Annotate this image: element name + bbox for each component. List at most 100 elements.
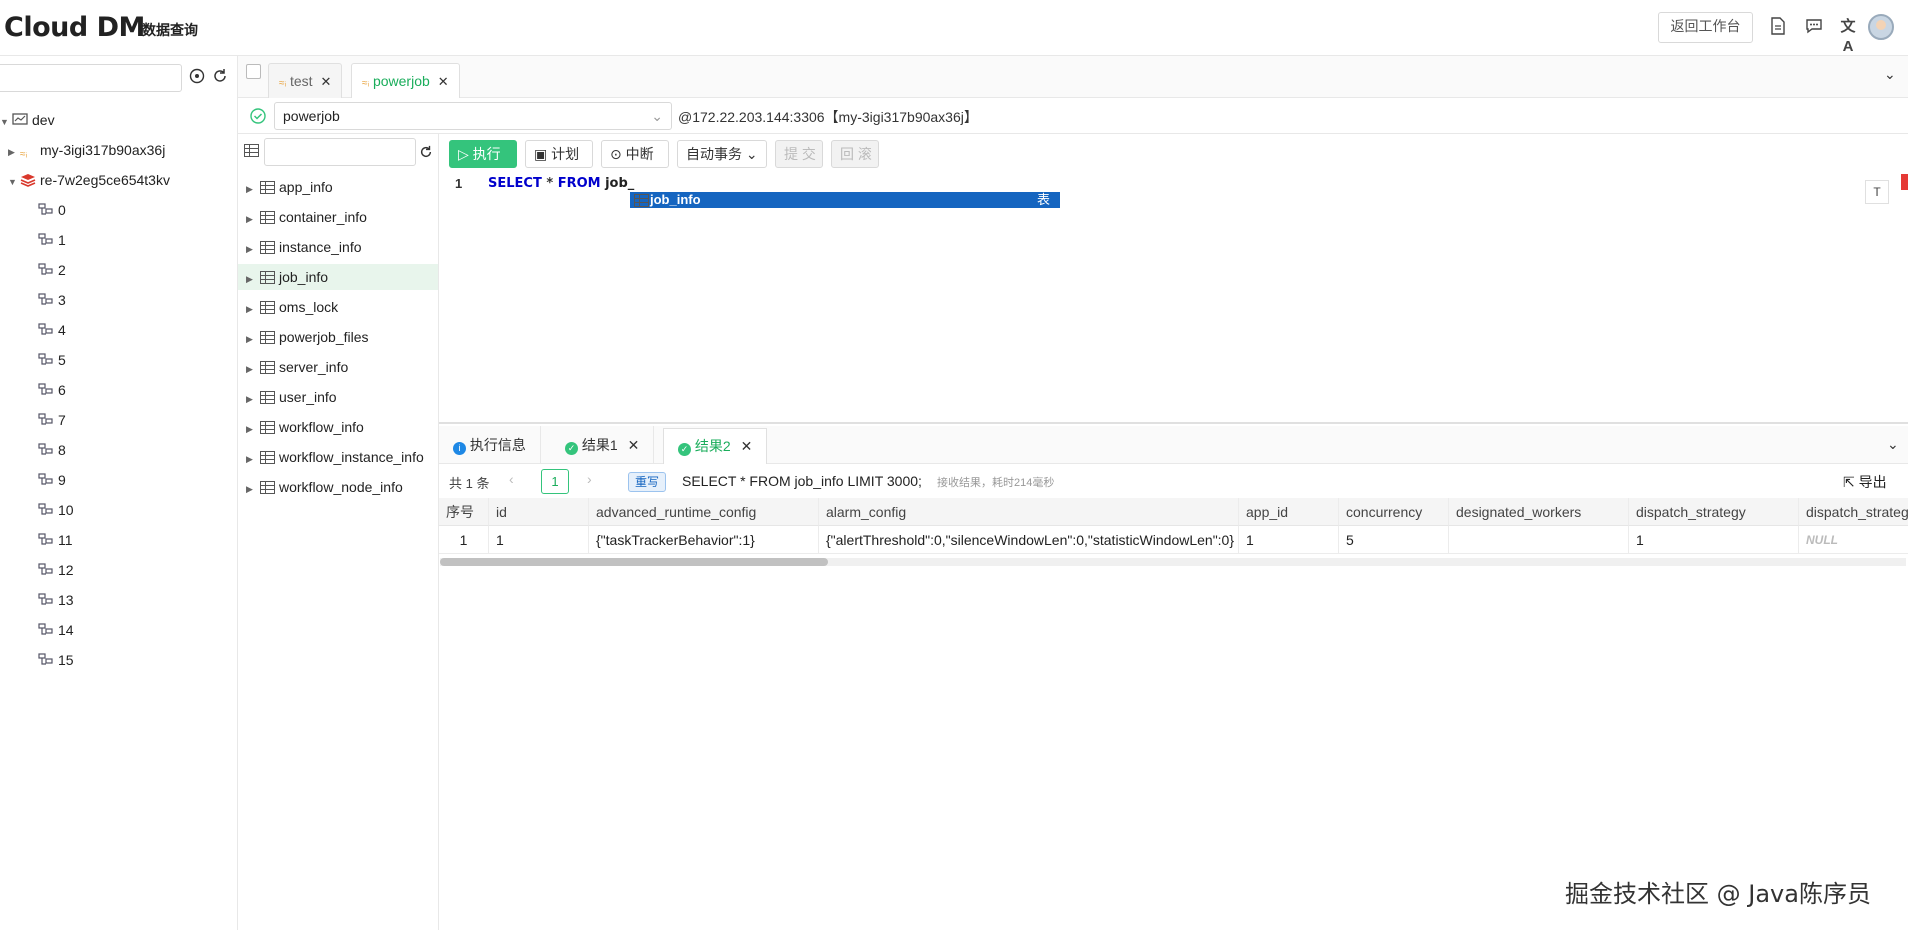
grid-cell[interactable]: NULL xyxy=(1799,526,1908,554)
tree-node[interactable]: 7 xyxy=(38,408,66,432)
caret-icon[interactable]: ▼ xyxy=(0,110,12,134)
caret-icon[interactable]: ▶ xyxy=(246,386,260,412)
close-icon[interactable]: ✕ xyxy=(321,74,332,89)
sidebar-toggle-icon[interactable] xyxy=(246,64,261,79)
table-item[interactable]: ▶ app_info xyxy=(238,174,438,200)
stop-button[interactable]: ⊙ 中断 xyxy=(601,140,669,168)
sql-editor[interactable]: 1 SELECT * FROM job_ job_info 表 T xyxy=(439,174,1908,424)
tree-node[interactable]: ▼ re-7w2eg5ce654t3kv xyxy=(8,168,170,192)
tree-node[interactable]: 8 xyxy=(38,438,66,462)
translate-icon[interactable]: 文A xyxy=(1838,17,1858,55)
table-search-input[interactable] xyxy=(264,138,416,166)
column-header[interactable]: advanced_runtime_config xyxy=(589,498,819,526)
caret-icon[interactable]: ▶ xyxy=(246,206,260,232)
table-item[interactable]: ▶ workflow_node_info xyxy=(238,474,438,500)
tree-node[interactable]: 6 xyxy=(38,378,66,402)
table-item[interactable]: ▶ user_info xyxy=(238,384,438,410)
tree-node[interactable]: 4 xyxy=(38,318,66,342)
sql-code[interactable]: SELECT * FROM job_ xyxy=(488,176,634,191)
rewrite-button[interactable]: 重写 xyxy=(628,472,667,492)
caret-icon[interactable]: ▶ xyxy=(246,476,260,502)
tree-node[interactable]: 3 xyxy=(38,288,66,312)
tree-node[interactable]: 1 xyxy=(38,228,66,252)
table-item[interactable]: ▶ oms_lock xyxy=(238,294,438,320)
tree-node[interactable]: 0 xyxy=(38,198,66,222)
column-header[interactable]: alarm_config xyxy=(819,498,1239,526)
column-header[interactable]: 序号 xyxy=(439,498,489,526)
format-button[interactable]: T xyxy=(1865,180,1889,204)
table-item[interactable]: ▶ powerjob_files xyxy=(238,324,438,350)
tree-node[interactable]: 2 xyxy=(38,258,66,282)
caret-icon[interactable]: ▼ xyxy=(8,170,20,194)
chevron-down-icon[interactable]: ⌄ xyxy=(1884,66,1896,83)
table-item[interactable]: ▶ container_info xyxy=(238,204,438,230)
document-icon[interactable] xyxy=(1768,17,1788,37)
table-item[interactable]: ▶ workflow_instance_info xyxy=(238,444,438,470)
caret-icon[interactable]: ▶ xyxy=(246,176,260,202)
grid-cell[interactable]: 1 xyxy=(489,526,589,554)
column-header[interactable]: id xyxy=(489,498,589,526)
caret-icon[interactable]: ▶ xyxy=(246,356,260,382)
tree-node[interactable]: 14 xyxy=(38,618,74,642)
column-header[interactable]: dispatch_strategy xyxy=(1629,498,1799,526)
run-button[interactable]: ▷ 执行 xyxy=(449,140,517,168)
tree-node[interactable]: 9 xyxy=(38,468,66,492)
close-icon[interactable]: ✕ xyxy=(438,74,449,89)
tree-node[interactable]: 15 xyxy=(38,648,74,672)
table-item[interactable]: ▶ server_info xyxy=(238,354,438,380)
commit-button[interactable]: 提 交 xyxy=(775,140,823,168)
grid-cell[interactable] xyxy=(1449,526,1629,554)
grid-cell[interactable]: 1 xyxy=(1239,526,1339,554)
auto-transaction-select[interactable]: 自动事务 ⌄ xyxy=(677,140,767,168)
tab-powerjob[interactable]: ≈ᵢ powerjob ✕ xyxy=(351,63,460,98)
tree-search-input[interactable] xyxy=(0,64,182,92)
database-select[interactable]: powerjob ⌄ xyxy=(274,102,672,130)
tree-node[interactable]: ▶ ≈ᵢ my-3igi317b90ax36j xyxy=(8,138,165,162)
tab-result1[interactable]: ✓ 结果1 ✕ xyxy=(551,426,655,464)
grid-cell[interactable]: {"alertThreshold":0,"silenceWindowLen":0… xyxy=(819,526,1239,554)
avatar[interactable] xyxy=(1868,14,1894,40)
page-number[interactable]: 1 xyxy=(541,469,569,494)
close-icon[interactable]: ✕ xyxy=(741,438,753,454)
table-grid-icon[interactable] xyxy=(244,144,259,157)
prev-page-icon[interactable]: ‹ xyxy=(509,471,514,487)
chevron-down-icon[interactable]: ⌄ xyxy=(1887,436,1899,453)
tab-execution-info[interactable]: i 执行信息 xyxy=(439,426,541,464)
caret-icon[interactable]: ▶ xyxy=(246,446,260,472)
horizontal-scrollbar[interactable] xyxy=(440,558,1906,566)
caret-icon[interactable]: ▶ xyxy=(246,326,260,352)
caret-icon[interactable]: ▶ xyxy=(8,140,20,164)
tab-result2[interactable]: ✓ 结果2 ✕ xyxy=(663,428,768,464)
caret-icon[interactable]: ▶ xyxy=(246,296,260,322)
grid-cell[interactable]: 1 xyxy=(1629,526,1799,554)
close-icon[interactable]: ✕ xyxy=(628,437,640,453)
table-item[interactable]: ▶ job_info xyxy=(238,264,438,290)
caret-icon[interactable]: ▶ xyxy=(246,266,260,292)
tree-node[interactable]: ▼ dev xyxy=(0,108,55,132)
column-header[interactable]: dispatch_strateg xyxy=(1799,498,1908,526)
table-item[interactable]: ▶ instance_info xyxy=(238,234,438,260)
scrollbar-thumb[interactable] xyxy=(440,558,828,566)
rollback-button[interactable]: 回 滚 xyxy=(831,140,879,168)
tree-node[interactable]: 13 xyxy=(38,588,74,612)
caret-icon[interactable]: ▶ xyxy=(246,236,260,262)
tree-node[interactable]: 11 xyxy=(38,528,73,552)
column-header[interactable]: app_id xyxy=(1239,498,1339,526)
next-page-icon[interactable]: › xyxy=(587,471,592,487)
export-button[interactable]: ⇱ 导出 xyxy=(1843,472,1887,492)
grid-cell[interactable]: 5 xyxy=(1339,526,1449,554)
grid-cell[interactable]: 1 xyxy=(439,526,489,554)
back-to-workbench-button[interactable]: 返回工作台 xyxy=(1658,12,1753,43)
grid-cell[interactable]: {"taskTrackerBehavior":1} xyxy=(589,526,819,554)
tab-test[interactable]: ≈ᵢ test ✕ xyxy=(268,63,343,98)
tree-node[interactable]: 10 xyxy=(38,498,74,522)
tree-node[interactable]: 12 xyxy=(38,558,74,582)
chat-icon[interactable] xyxy=(1804,17,1824,37)
plan-button[interactable]: ▣ 计划 xyxy=(525,140,593,168)
refresh-icon[interactable] xyxy=(211,68,229,86)
column-header[interactable]: designated_workers xyxy=(1449,498,1629,526)
caret-icon[interactable]: ▶ xyxy=(246,416,260,442)
autocomplete-item[interactable]: job_info 表 xyxy=(630,192,1060,208)
column-header[interactable]: concurrency xyxy=(1339,498,1449,526)
tree-node[interactable]: 5 xyxy=(38,348,66,372)
